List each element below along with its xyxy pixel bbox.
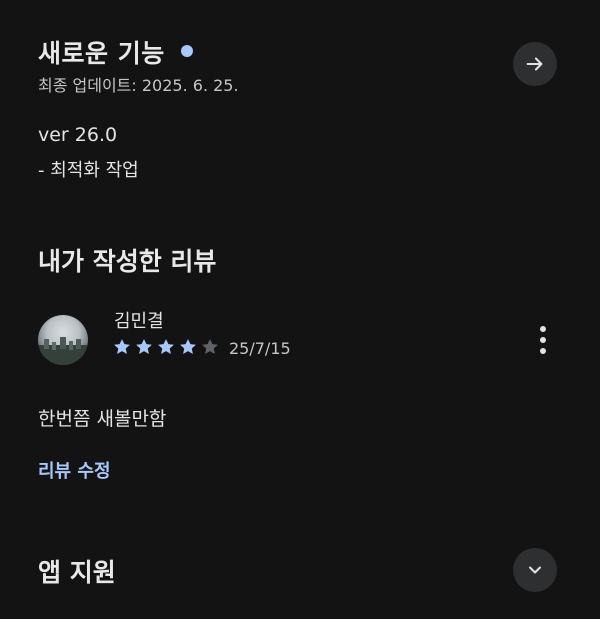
reviewer-name: 김민결 (114, 311, 164, 332)
review-date: 25/7/15 (229, 339, 291, 358)
review-text: 한번쯤 새볼만함 (38, 408, 167, 430)
release-notes: - 최적화 작업 (38, 160, 139, 181)
whats-new-arrow-button[interactable] (513, 42, 557, 86)
last-updated-date: 최종 업데이트: 2025. 6. 25. (38, 76, 239, 95)
avatar (38, 315, 88, 365)
whats-new-title: 새로운 기능 (38, 39, 165, 68)
star-filled-icon (158, 339, 174, 354)
star-rating (112, 337, 220, 357)
star-filled-icon (180, 339, 196, 354)
my-review-title: 내가 작성한 리뷰 (38, 247, 217, 276)
chevron-down-icon (529, 566, 541, 574)
app-support-expand-button[interactable] (513, 548, 557, 592)
more-vert-icon (540, 326, 546, 332)
edit-review-link[interactable]: 리뷰 수정 (38, 457, 111, 483)
version-text: ver 26.0 (38, 124, 118, 146)
new-indicator-dot (181, 45, 193, 57)
star-filled-icon (114, 339, 130, 354)
star-empty-icon (202, 339, 218, 354)
star-filled-icon (136, 339, 152, 354)
more-options-button[interactable] (530, 322, 556, 358)
arrow-right-icon (526, 57, 543, 71)
app-support-title: 앱 지원 (38, 558, 116, 587)
